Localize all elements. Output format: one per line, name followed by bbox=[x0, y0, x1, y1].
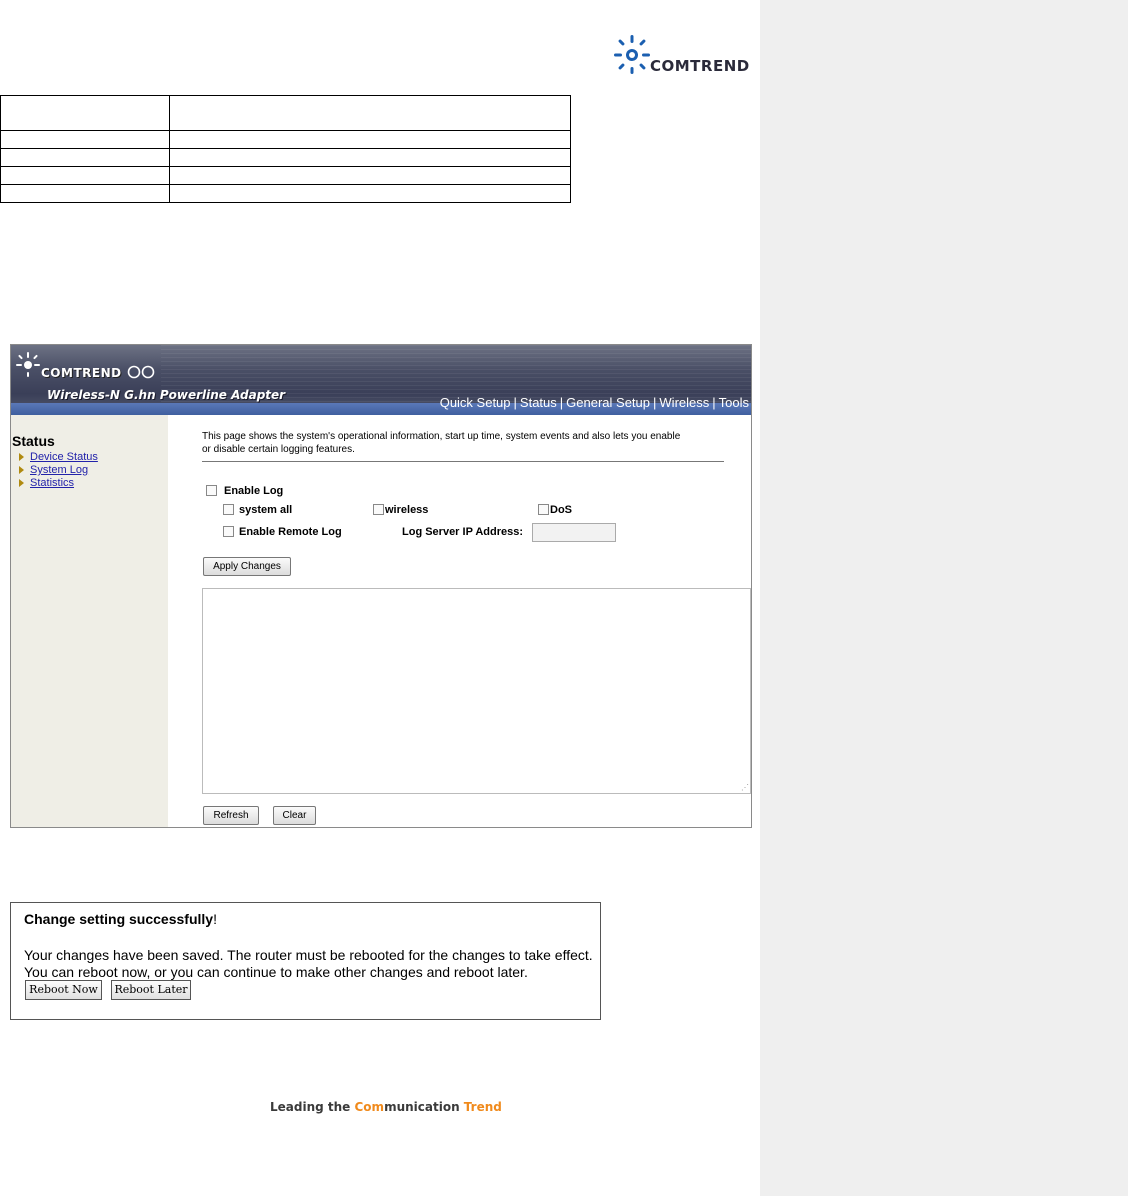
table-row bbox=[0, 95, 571, 131]
nav-status[interactable]: Status bbox=[520, 395, 557, 410]
table-row bbox=[0, 184, 571, 203]
nav-tools[interactable]: Tools bbox=[719, 395, 749, 410]
product-name: Wireless-N G.hn Powerline Adapter bbox=[47, 388, 286, 402]
sidebar-title: Status bbox=[12, 433, 55, 449]
nav-quick-setup[interactable]: Quick Setup bbox=[440, 395, 511, 410]
table-cell bbox=[0, 184, 170, 203]
reboot-later-button[interactable]: Reboot Later bbox=[111, 980, 191, 1000]
page-description: This page shows the system's operational… bbox=[202, 430, 732, 456]
tagline-part-accent: Com bbox=[354, 1100, 385, 1114]
wireless-checkbox[interactable] bbox=[373, 504, 384, 515]
description-line: or disable certain logging features. bbox=[202, 444, 355, 455]
success-message-box: Change setting successfully! Your change… bbox=[10, 902, 601, 1020]
triangle-bullet-icon bbox=[19, 479, 24, 488]
wireless-label: wireless bbox=[385, 504, 429, 516]
top-navigation: Quick Setup | Status | General Setup | Wireles… bbox=[440, 395, 749, 410]
enable-log-checkbox[interactable] bbox=[206, 485, 217, 496]
sunburst-logo-icon bbox=[614, 35, 650, 74]
sidebar-item-device-status[interactable]: Device Status bbox=[19, 451, 98, 463]
system-log-screenshot: COMTREND Wireless-N G.hn Powerline Adapt… bbox=[10, 344, 752, 828]
triangle-bullet-icon bbox=[19, 466, 24, 475]
sidebar: Status Device Status System Log Statisti… bbox=[11, 415, 168, 827]
message-title-text: Change setting successfully bbox=[24, 911, 214, 927]
enable-remote-log-checkbox[interactable] bbox=[223, 526, 234, 537]
empty-spec-table bbox=[0, 95, 571, 203]
table-cell bbox=[169, 130, 571, 149]
divider bbox=[202, 461, 724, 462]
table-cell bbox=[0, 130, 170, 149]
nav-separator: | bbox=[653, 395, 657, 410]
sidebar-item-label: Statistics bbox=[30, 477, 75, 489]
message-title-mark: ! bbox=[213, 911, 217, 927]
system-log-textarea[interactable]: ⋰ bbox=[202, 588, 751, 794]
table-cell bbox=[0, 148, 170, 167]
enable-log-label: Enable Log bbox=[224, 485, 284, 497]
message-title: Change setting successfully! bbox=[24, 911, 217, 927]
refresh-button[interactable]: Refresh bbox=[203, 806, 259, 825]
table-cell bbox=[169, 166, 571, 185]
table-row bbox=[0, 130, 571, 149]
dos-checkbox[interactable] bbox=[538, 504, 549, 515]
document-margin-pane bbox=[760, 0, 1128, 1196]
table-cell bbox=[169, 95, 571, 131]
main-content: This page shows the system's operational… bbox=[168, 415, 751, 827]
system-all-label: system all bbox=[239, 504, 293, 516]
triangle-bullet-icon bbox=[19, 453, 24, 462]
tagline-part: Leading the bbox=[270, 1100, 355, 1114]
footer-tagline: Leading the Communication Trend bbox=[270, 1100, 502, 1114]
tagline-part-accent: Trend bbox=[463, 1100, 502, 1114]
log-server-ip-label: Log Server IP Address: bbox=[402, 526, 524, 538]
sidebar-item-statistics[interactable]: Statistics bbox=[19, 477, 74, 489]
log-server-ip-input[interactable] bbox=[532, 523, 616, 542]
message-body: Your changes have been saved. The router… bbox=[24, 947, 594, 981]
comtrend-logo: COMTREND bbox=[612, 33, 762, 79]
enable-remote-log-label: Enable Remote Log bbox=[239, 526, 342, 538]
logo-wordmark: COMTREND bbox=[650, 57, 750, 75]
nav-wireless[interactable]: Wireless bbox=[659, 395, 709, 410]
dos-label: DoS bbox=[550, 504, 572, 516]
table-cell bbox=[0, 166, 170, 185]
description-line: This page shows the system's operational… bbox=[202, 431, 681, 442]
banner-circles-icon bbox=[127, 365, 155, 379]
nav-separator: | bbox=[712, 395, 716, 410]
apply-changes-button[interactable]: Apply Changes bbox=[203, 557, 291, 576]
system-all-checkbox[interactable] bbox=[223, 504, 234, 515]
router-banner: COMTREND Wireless-N G.hn Powerline Adapt… bbox=[11, 345, 751, 415]
nav-separator: | bbox=[513, 395, 517, 410]
table-cell bbox=[0, 95, 170, 131]
clear-button[interactable]: Clear bbox=[273, 806, 316, 825]
resize-grip-icon[interactable]: ⋰ bbox=[741, 784, 749, 792]
table-row bbox=[0, 166, 571, 185]
message-line: You can reboot now, or you can continue … bbox=[24, 964, 528, 980]
table-cell bbox=[169, 184, 571, 203]
banner-brand: COMTREND bbox=[41, 366, 122, 380]
sidebar-item-label: Device Status bbox=[30, 451, 98, 463]
sidebar-item-system-log[interactable]: System Log bbox=[19, 464, 88, 476]
reboot-now-button[interactable]: Reboot Now bbox=[25, 980, 102, 1000]
table-row bbox=[0, 148, 571, 167]
message-line: Your changes have been saved. The router… bbox=[24, 947, 593, 963]
nav-general-setup[interactable]: General Setup bbox=[566, 395, 650, 410]
sidebar-item-label: System Log bbox=[30, 464, 89, 476]
nav-separator: | bbox=[559, 395, 564, 410]
table-cell bbox=[169, 148, 571, 167]
tagline-part: munication bbox=[384, 1100, 464, 1114]
banner-sunburst-icon bbox=[16, 352, 40, 377]
